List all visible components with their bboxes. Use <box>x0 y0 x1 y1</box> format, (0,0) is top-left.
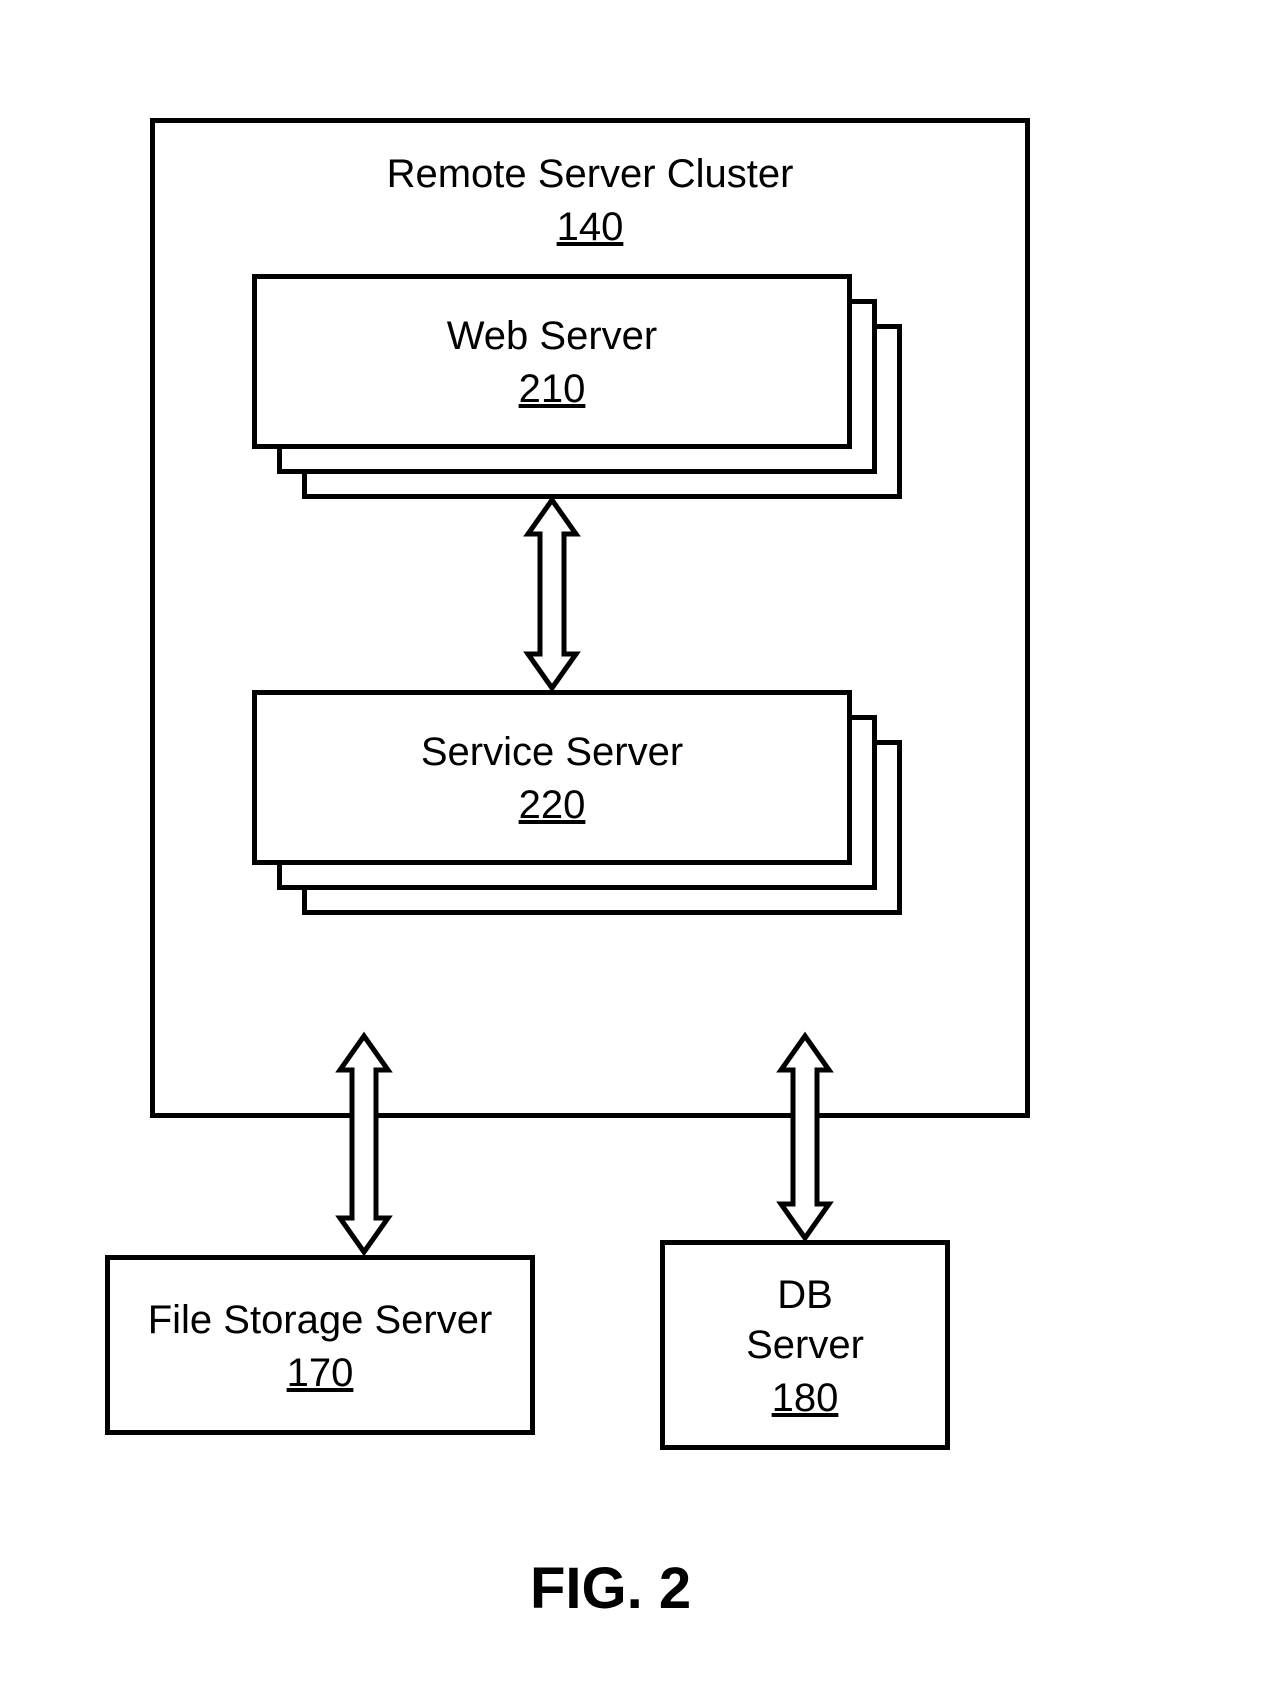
file-storage-title: File Storage Server <box>148 1295 493 1345</box>
arrow-service-to-filestorage <box>332 1036 396 1252</box>
db-server-box: DB Server 180 <box>660 1240 950 1450</box>
cluster-ref: 140 <box>155 205 1025 250</box>
service-server-title: Service Server <box>421 727 683 777</box>
service-server-box: Service Server 220 <box>252 690 852 865</box>
service-server-ref: 220 <box>519 783 586 828</box>
web-server-box: Web Server 210 <box>252 274 852 449</box>
cluster-title-block: Remote Server Cluster 140 <box>155 149 1025 250</box>
diagram-canvas: Remote Server Cluster 140 Web Server 210… <box>0 0 1280 1685</box>
arrow-service-to-db <box>773 1036 837 1238</box>
web-server-title: Web Server <box>447 311 657 361</box>
db-server-title-line1: DB <box>777 1270 833 1320</box>
db-server-ref: 180 <box>772 1376 839 1421</box>
remote-server-cluster-box: Remote Server Cluster 140 <box>150 118 1030 1118</box>
file-storage-ref: 170 <box>287 1351 354 1396</box>
file-storage-server-box: File Storage Server 170 <box>105 1255 535 1435</box>
db-server-title-line2: Server <box>746 1320 864 1370</box>
figure-caption: FIG. 2 <box>530 1555 691 1622</box>
arrow-web-to-service <box>520 500 584 688</box>
web-server-ref: 210 <box>519 367 586 412</box>
cluster-title: Remote Server Cluster <box>155 149 1025 199</box>
